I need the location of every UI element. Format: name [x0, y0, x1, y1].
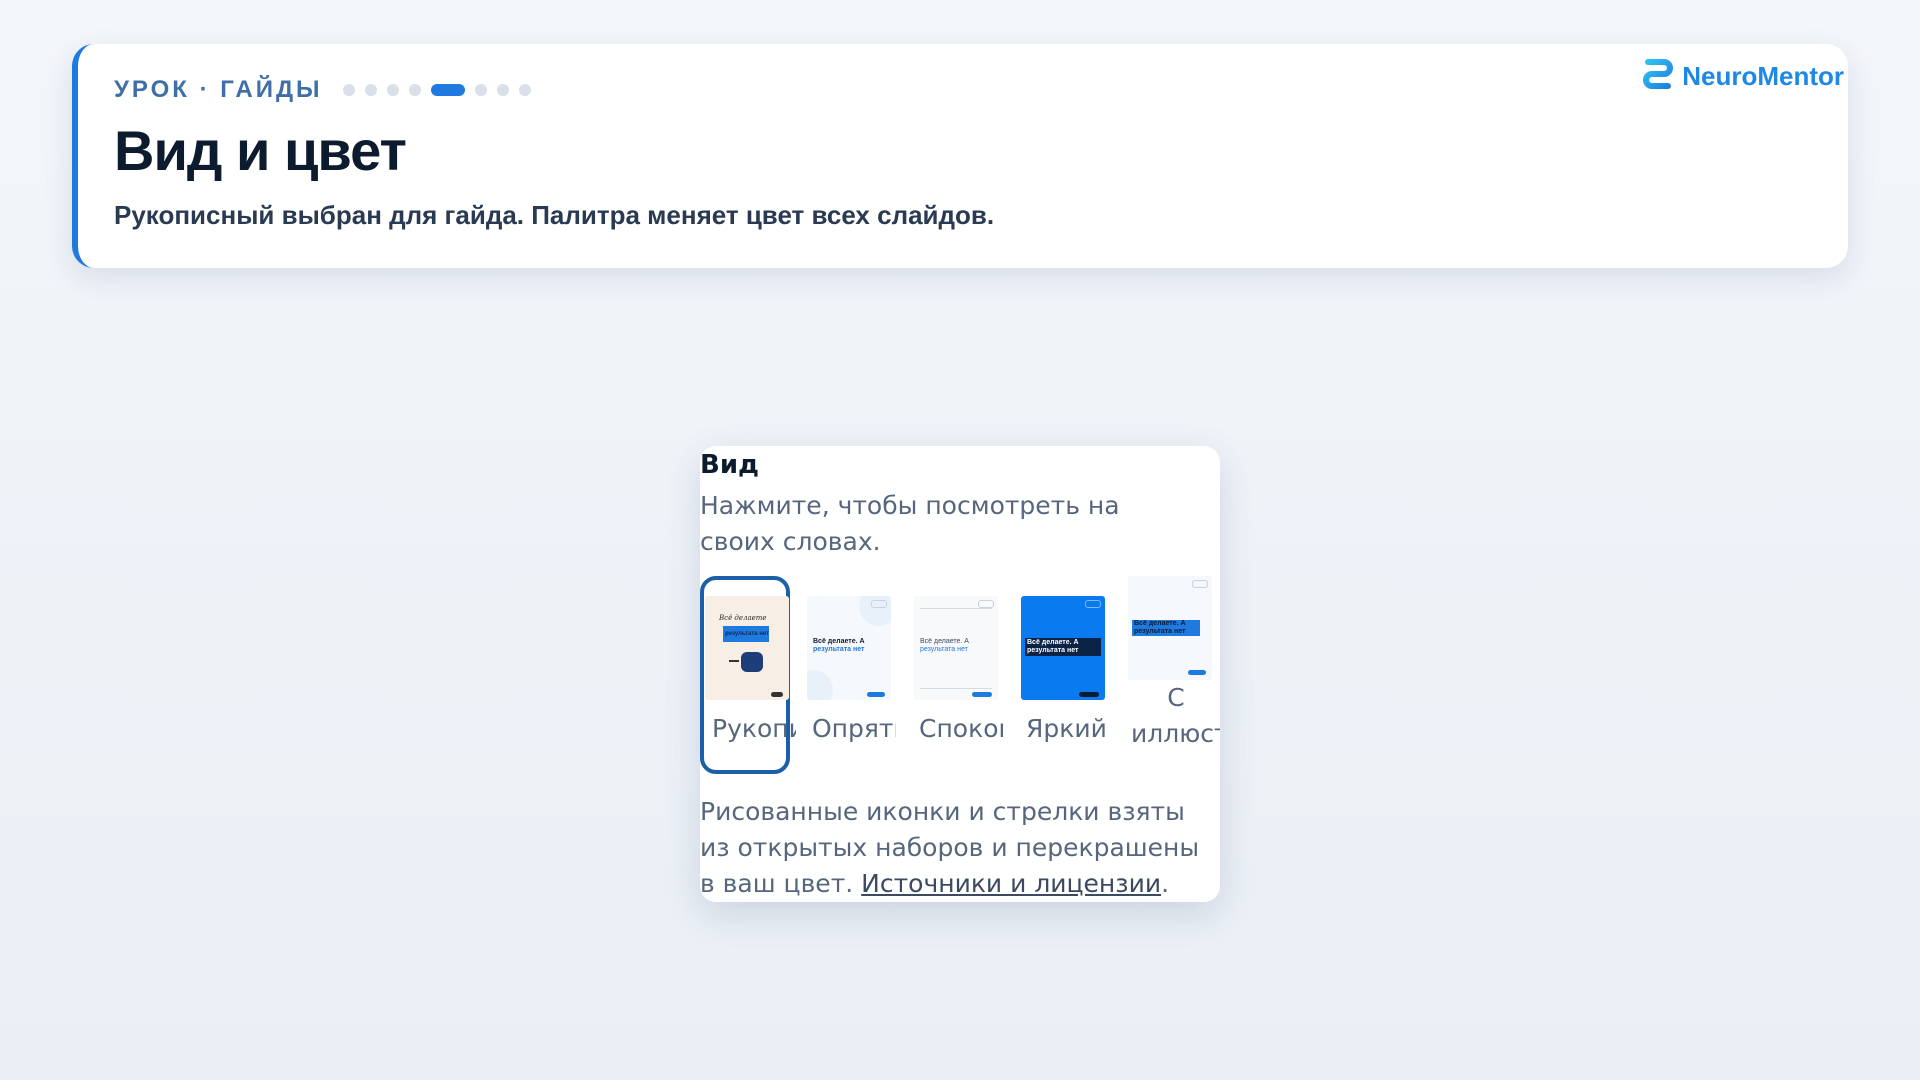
progress-dot — [342, 84, 355, 96]
style-option-label: Опрятный — [812, 714, 896, 743]
style-option-label: Спокойный — [919, 714, 1003, 743]
preview-tag — [871, 600, 887, 608]
style-option-illustrations[interactable]: Всё делаете. А результата нет С иллюстра… — [1125, 576, 1220, 774]
lesson-header-card: УРОК · ГАЙДЫ Вид и цвет Рукописный выбра… — [72, 44, 1848, 268]
preview-divider — [920, 608, 992, 609]
decor-circle — [807, 670, 833, 700]
calm-preview-thumbnail: Всё делаете. А результата нет — [914, 596, 998, 700]
lesson-eyebrow: УРОК · ГАЙДЫ — [114, 76, 323, 103]
style-option-label: Яркий — [1026, 714, 1107, 743]
neat-preview-thumbnail: Всё делаете. А результата нет — [807, 596, 891, 700]
style-option-bright[interactable]: Всё делаете. А результата нет Яркий — [1018, 576, 1108, 774]
style-option-handwritten[interactable]: Всё делаете результата нет Рукописный — [700, 576, 796, 774]
preview-button — [771, 692, 783, 697]
preview-button — [972, 692, 992, 697]
preview-tag — [978, 600, 994, 608]
preview-tag — [1192, 580, 1208, 588]
neuromentor-logo-icon — [1643, 59, 1674, 89]
progress-dot-current — [430, 84, 465, 96]
style-picker-panel: Вид Нажмите, чтобы посмотреть на своих с… — [700, 446, 1220, 902]
preview-heading: Всё делаете. А — [1134, 620, 1186, 627]
hand-drawn-arrow-icon — [729, 660, 739, 662]
brand: NeuroMentor — [1642, 58, 1844, 94]
bright-preview-thumbnail: Всё делаете. А результата нет — [1021, 596, 1105, 700]
style-option-calm[interactable]: Всё делаете. А результата нет Спокойный — [911, 576, 1003, 774]
progress-dot — [518, 84, 531, 96]
lesson-progress-dots — [342, 84, 541, 96]
progress-dot — [386, 84, 399, 96]
style-option-label: Рукописный — [712, 714, 796, 743]
style-option-neat[interactable]: Всё делаете. А результата нет Опрятный — [804, 576, 896, 774]
style-option-label: С иллюстрациями — [1131, 683, 1220, 748]
panel-hint: Нажмите, чтобы посмотреть на своих слова… — [700, 491, 1120, 556]
preview-heading: Всё делаете — [719, 614, 767, 622]
page-subtitle: Рукописный выбран для гайда. Палитра мен… — [114, 200, 995, 230]
preview-highlight-text: результата нет — [813, 646, 865, 653]
preview-highlight-text: результата нет — [1027, 647, 1079, 654]
footer-end: . — [1161, 869, 1170, 898]
page-title: Вид и цвет — [114, 119, 407, 182]
preview-divider — [920, 688, 992, 689]
preview-heading: Всё делаете. А — [920, 638, 969, 645]
progress-dot — [474, 84, 487, 96]
eyebrow-row: УРОК · ГАЙДЫ — [114, 76, 541, 104]
progress-dot — [364, 84, 377, 96]
panel-title: Вид — [700, 450, 760, 480]
preview-button — [867, 692, 885, 697]
preview-button — [1188, 670, 1206, 675]
preview-button — [1079, 692, 1099, 697]
sources-licenses-link[interactable]: Источники и лицензии — [861, 869, 1161, 898]
preview-highlight-text: результата нет — [725, 631, 770, 637]
progress-dot — [408, 84, 421, 96]
preview-heading: Всё делаете. А — [813, 638, 865, 645]
preview-heading: Всё делаете. А — [1027, 639, 1079, 646]
hand-drawn-icon — [741, 652, 763, 672]
handwritten-preview-thumbnail: Всё делаете результата нет — [705, 596, 789, 700]
preview-highlight-text: результата нет — [1134, 628, 1186, 635]
progress-dot — [496, 84, 509, 96]
panel-footer: Рисованные иконки и стрелки взяты из отк… — [700, 794, 1212, 902]
preview-highlight-text: результата нет — [920, 646, 968, 653]
preview-tag — [1085, 600, 1101, 608]
illustrations-preview-thumbnail: Всё делаете. А результата нет — [1128, 576, 1212, 680]
brand-name: NeuroMentor — [1682, 60, 1844, 91]
